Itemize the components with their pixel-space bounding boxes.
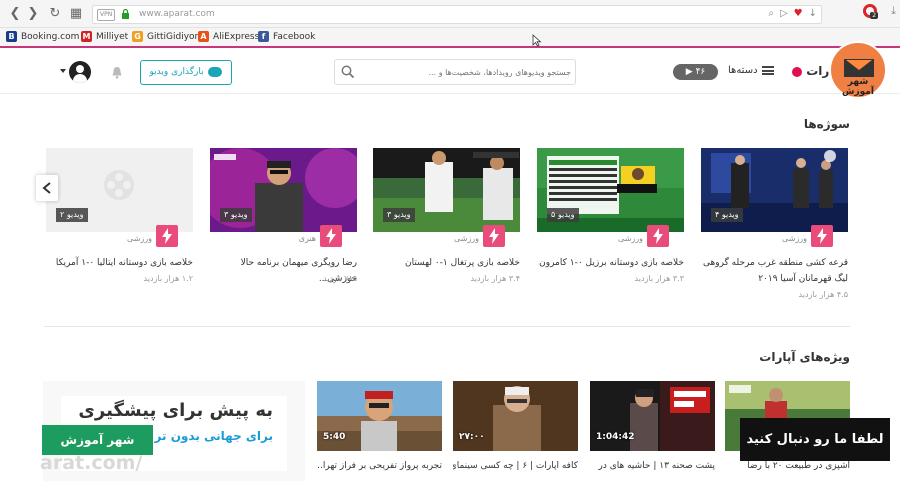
view-count: ۴.۵ هزار بازدید <box>798 290 848 299</box>
search-box[interactable] <box>334 59 576 85</box>
featured-title[interactable]: تجربه پرواز تفریحی بر فراز تهرا... <box>317 461 442 471</box>
lightning-icon <box>156 225 178 247</box>
featured-title[interactable]: کافه آپارات | ۶ | چه کسی سینمای <box>453 461 578 471</box>
thumbnail[interactable]: ۳ ویدیو <box>210 148 357 232</box>
send-icon[interactable]: ▷ <box>780 8 788 19</box>
heart-icon[interactable]: ♥ <box>794 8 803 19</box>
ad-subline: برای جهانی بدون تر <box>154 429 273 443</box>
mouse-cursor-icon <box>532 34 542 47</box>
site-header: آپارات دسته‌ها ▶ ۴۶ بارگذاری ویدیو <box>0 50 900 94</box>
envelope-icon <box>844 59 874 77</box>
featured-thumbnail[interactable]: 5:40 <box>317 381 442 451</box>
thumbnail[interactable]: ۴ ویدیو <box>701 148 848 232</box>
carousel-prev-button[interactable] <box>36 175 58 201</box>
snapshot-icon[interactable]: ⌕ <box>768 8 774 19</box>
search-input[interactable] <box>359 64 571 80</box>
card-title[interactable]: خلاصه بازی پرتغال ۱-۰ لهستان <box>370 255 520 271</box>
view-count: ۷۸۵ بازدید <box>323 274 357 283</box>
bookmarks-bar: B Booking.com M Milliyet G GittiGidiyor … <box>0 28 900 48</box>
search-icon[interactable] <box>341 65 355 79</box>
cloud-upload-icon <box>208 66 223 77</box>
speed-dial-icon[interactable]: ▦ <box>67 5 85 23</box>
forward-icon[interactable]: ❯ <box>24 5 42 23</box>
watermark-logo: شهر آموزش <box>829 41 887 99</box>
video-count-badge: ۳ ویدیو <box>383 208 415 222</box>
gittigidiyor-icon: G <box>132 31 143 42</box>
vpn-badge[interactable]: VPN <box>97 9 116 21</box>
bookmark-booking[interactable]: B Booking.com <box>6 31 79 42</box>
video-count-badge: ۵ ویدیو <box>547 208 579 222</box>
featured-thumbnail[interactable]: 1:04:42 <box>590 381 715 451</box>
category-label: ورزشی <box>454 234 479 243</box>
view-count: ۳.۳ هزار بازدید <box>634 274 684 283</box>
lightning-icon <box>647 225 669 247</box>
chevron-left-icon <box>42 182 51 194</box>
lightning-icon <box>320 225 342 247</box>
video-duration: 1:04:42 <box>596 432 635 442</box>
bookmark-milliyet[interactable]: M Milliyet <box>81 31 128 42</box>
opera-icon[interactable]: 2 <box>863 4 879 19</box>
video-duration: 5:40 <box>323 432 346 442</box>
category-label: ورزشی <box>127 234 152 243</box>
lightning-icon <box>811 225 833 247</box>
video-count-badge: ۲ ویدیو <box>56 208 88 222</box>
lock-icon <box>122 9 129 19</box>
upload-video-button[interactable]: بارگذاری ویدیو <box>140 60 232 85</box>
live-badge[interactable]: ▶ ۴۶ <box>673 64 718 80</box>
thumbnail[interactable]: ۵ ویدیو <box>537 148 684 232</box>
watermark-follow-banner: لطفا ما رو دنبال کنید <box>740 418 890 461</box>
bookmark-facebook[interactable]: f Facebook <box>258 31 315 42</box>
milliyet-icon: M <box>81 31 92 42</box>
featured-thumbnail[interactable]: ۲۷:۰۰ <box>453 381 578 451</box>
video-duration: ۲۷:۰۰ <box>459 432 485 442</box>
aparat-logo-icon <box>792 66 802 77</box>
booking-icon: B <box>6 31 17 42</box>
hamburger-icon <box>761 66 774 75</box>
category-label: هنری <box>298 234 316 243</box>
bell-icon[interactable] <box>111 66 123 79</box>
notification-badge: 2 <box>870 12 879 19</box>
url-text: www.aparat.com <box>139 9 215 19</box>
featured-title[interactable]: پشت صحنه ۱۳ | حاشیه های در <box>590 461 715 471</box>
download-icon[interactable]: ⤓ <box>891 4 896 18</box>
view-count: ۳.۴ هزار بازدید <box>470 274 520 283</box>
card-title[interactable]: خلاصه بازی دوستانه برزیل ۰-۱ کامرون <box>534 255 684 271</box>
thumbnail[interactable]: ۳ ویدیو <box>373 148 520 232</box>
chevron-down-icon[interactable] <box>60 69 66 73</box>
video-count-badge: ۳ ویدیو <box>220 208 252 222</box>
view-count: ۱.۲ هزار بازدید <box>143 274 193 283</box>
card-title[interactable]: خلاصه بازی دوستانه ایتالیا ۰-۱ آمریکا <box>43 255 193 271</box>
bookmark-gittigidiyor[interactable]: G GittiGidiyor <box>132 31 198 42</box>
watermark-label: شهر آموزش <box>42 425 153 455</box>
thumbnail[interactable]: ۲ ویدیو <box>46 148 193 232</box>
facebook-icon: f <box>258 31 269 42</box>
avatar[interactable] <box>69 61 91 83</box>
card-title[interactable]: قرعه کشی منطقه غرب مرحله گروهی لیگ قهرمان… <box>698 255 848 287</box>
category-label: ورزشی <box>618 234 643 243</box>
categories-menu[interactable]: دسته‌ها <box>728 65 774 76</box>
video-count-badge: ۴ ویدیو <box>711 208 743 222</box>
category-label: ورزشی <box>782 234 807 243</box>
ad-headline: به پیش برای پیشگیری <box>78 400 273 421</box>
section-divider <box>44 326 850 327</box>
lightning-icon <box>483 225 505 247</box>
watermark-url: arat.com/ <box>40 452 143 474</box>
section-title-topics: سوژه‌ها <box>803 117 850 131</box>
browser-toolbar: ❮ ❯ ↻ ▦ VPN www.aparat.com ⌕ ▷ ♥ ↓ 2 ⤓ <box>0 0 900 28</box>
address-bar[interactable]: VPN www.aparat.com ⌕ ▷ ♥ ↓ <box>92 5 822 24</box>
section-title-featured: ویژه‌های آپارات <box>759 350 850 364</box>
back-icon[interactable]: ❮ <box>6 5 24 23</box>
reload-icon[interactable]: ↻ <box>46 5 64 23</box>
download-arrow-icon[interactable]: ↓ <box>809 8 817 19</box>
bookmark-aliexpress[interactable]: A AliExpress <box>198 31 259 42</box>
featured-title[interactable]: آشپزی در طبیعت ۲۰ با رضا <box>725 461 850 471</box>
aliexpress-icon: A <box>198 31 209 42</box>
